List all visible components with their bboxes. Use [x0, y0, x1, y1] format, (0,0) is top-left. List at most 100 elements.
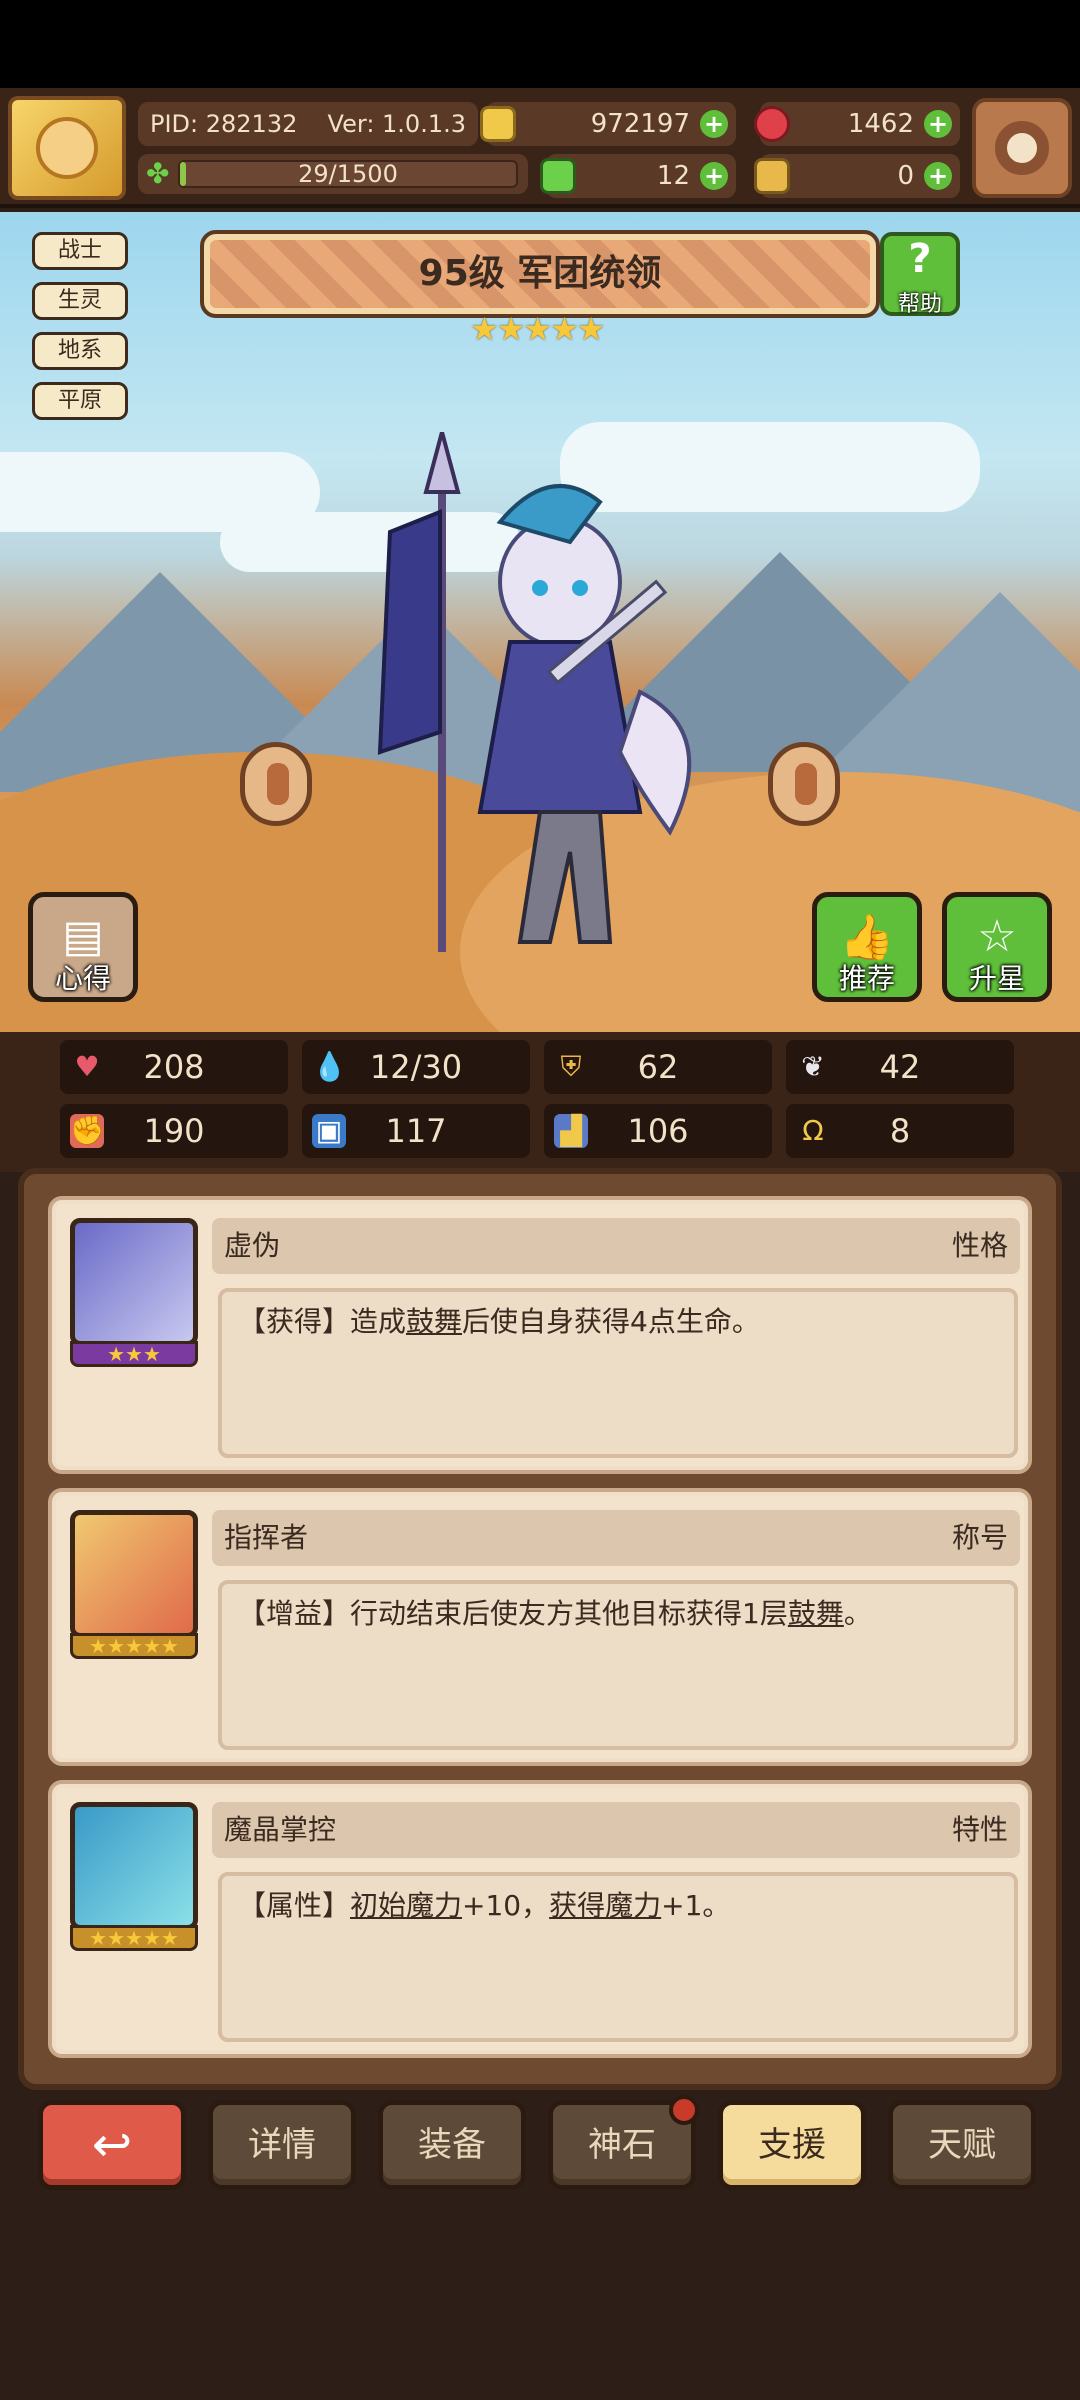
stat-magic: ▣ 117: [302, 1104, 530, 1158]
upgrade-label: 升星: [968, 962, 1025, 995]
title-portrait: ★★★★★: [70, 1510, 198, 1659]
spear-tip: [423, 432, 461, 494]
notification-dot: [669, 2095, 699, 2125]
stat-attack: ✊ 190: [60, 1104, 288, 1158]
title-kind: 称号: [951, 1521, 1008, 1554]
settings-button[interactable]: [972, 98, 1072, 198]
tab-talent[interactable]: 天赋: [888, 2100, 1036, 2190]
stat-speed: ❦ 42: [786, 1040, 1014, 1094]
desc-text: 后使自身获得4点生命。: [462, 1305, 760, 1338]
hero-title: 95级 军团统领: [200, 230, 880, 318]
hero-eye: [532, 580, 548, 596]
desc-text: 【增益】行动结束后使友方其他目标获得1层: [238, 1597, 788, 1630]
help-label: 帮助: [897, 292, 942, 317]
experience-bar: ✤ 29/1500: [138, 154, 528, 194]
add-clover-button[interactable]: +: [700, 162, 728, 190]
recommend-label: 推荐: [838, 962, 895, 995]
desc-text: 【属性】: [238, 1889, 351, 1922]
upgrade-star-button[interactable]: ☆ 升星: [942, 892, 1052, 1002]
keyword-link[interactable]: 鼓舞: [788, 1597, 844, 1630]
title-stars: ★★★★★: [70, 1633, 198, 1659]
trait-name: 虚伪: [224, 1229, 281, 1262]
ruby-icon: [754, 106, 790, 142]
ruby-value: 1462: [847, 109, 914, 139]
feature-description: 【属性】初始魔力+10，获得魔力+1。: [218, 1872, 1018, 2042]
ticket-icon: [754, 158, 790, 194]
stat-defense: ⛨ 62: [544, 1040, 772, 1094]
fist-icon: ✊: [70, 1114, 105, 1148]
insight-label: 心得: [54, 962, 111, 995]
hero-eye: [572, 580, 588, 596]
trait-kind: 性格: [951, 1229, 1008, 1262]
tag-earth[interactable]: 地系: [32, 332, 128, 370]
tab-equipment[interactable]: 装备: [378, 2100, 526, 2190]
trait-header: 虚伪 性格: [212, 1218, 1020, 1274]
clover-icon: [540, 158, 576, 194]
support-panel: ★★★ 虚伪 性格 【获得】造成鼓舞后使自身获得4点生命。 ★★★★★ 指挥者 …: [18, 1168, 1062, 2090]
stat-hp-value: 208: [143, 1048, 205, 1086]
stat-mana-value: 12/30: [369, 1048, 463, 1086]
tag-warrior[interactable]: 战士: [32, 232, 128, 270]
tab-details[interactable]: 详情: [208, 2100, 356, 2190]
trait-card[interactable]: ★★★ 虚伪 性格 【获得】造成鼓舞后使自身获得4点生命。: [48, 1196, 1032, 1474]
desc-text: 。: [843, 1597, 872, 1630]
hero-star-rating: ★★★★★: [470, 310, 605, 348]
keyword-link[interactable]: 鼓舞: [406, 1305, 462, 1338]
feature-card[interactable]: ★★★★★ 魔晶掌控 特性 【属性】初始魔力+10，获得魔力+1。: [48, 1780, 1032, 2058]
desc-text: 【获得】造成: [238, 1305, 407, 1338]
add-ruby-button[interactable]: +: [924, 110, 952, 138]
wing-icon: ❦: [801, 1050, 825, 1083]
clover-icon: ✤: [146, 157, 170, 190]
tab-godstone-label: 神石: [588, 2125, 656, 2165]
player-id: PID: 282132: [150, 110, 298, 138]
droplet-icon: 💧: [312, 1050, 347, 1083]
add-ticket-button[interactable]: +: [924, 162, 952, 190]
tag-plains[interactable]: 平原: [32, 382, 128, 420]
stat-magic-value: 117: [385, 1112, 447, 1150]
back-button[interactable]: ↩: [38, 2100, 186, 2190]
player-info: PID: 282132 Ver: 1.0.1.3: [138, 102, 478, 146]
stat-mana: 💧 12/30: [302, 1040, 530, 1094]
boot-icon: ▟: [554, 1114, 588, 1148]
next-hero-arrow[interactable]: [768, 742, 840, 826]
title-description: 【增益】行动结束后使友方其他目标获得1层鼓舞。: [218, 1580, 1018, 1750]
add-gold-button[interactable]: +: [700, 110, 728, 138]
title-card[interactable]: ★★★★★ 指挥者 称号 【增益】行动结束后使友方其他目标获得1层鼓舞。: [48, 1488, 1032, 1766]
player-avatar[interactable]: [8, 96, 126, 200]
tag-living[interactable]: 生灵: [32, 282, 128, 320]
hero-sprite: [377, 432, 692, 952]
exp-text: 29/1500: [298, 160, 398, 188]
question-icon: ?: [908, 236, 932, 282]
feature-portrait: ★★★★★: [70, 1802, 198, 1951]
hero-stats: ♥ 208 💧 12/30 ⛨ 62 ❦ 42 ✊ 190 ▣ 117 ▟ 10…: [0, 1032, 1080, 1172]
stat-defense-value: 62: [637, 1048, 679, 1086]
desc-text: +1。: [661, 1889, 731, 1922]
horseshoe-icon: Ω: [802, 1114, 824, 1147]
bottom-nav: ↩ 详情 装备 神石 支援 天赋: [0, 2090, 1080, 2400]
title-header: 指挥者 称号: [212, 1510, 1020, 1566]
insight-button[interactable]: ▤ 心得: [28, 892, 138, 1002]
status-bar: [0, 0, 1080, 88]
keyword-link[interactable]: 获得魔力: [549, 1889, 661, 1922]
hero-legs: [517, 810, 613, 944]
feature-header: 魔晶掌控 特性: [212, 1802, 1020, 1858]
trait-stars: ★★★: [70, 1341, 198, 1367]
stat-luck-value: 8: [889, 1112, 911, 1150]
game-version: Ver: 1.0.1.3: [327, 110, 466, 138]
banner-flag: [377, 509, 442, 755]
stat-luck: Ω 8: [786, 1104, 1014, 1158]
keyword-link[interactable]: 初始魔力: [350, 1889, 462, 1922]
stat-agility: ▟ 106: [544, 1104, 772, 1158]
tab-godstone[interactable]: 神石: [548, 2095, 699, 2190]
help-button[interactable]: ? 帮助: [880, 232, 960, 317]
ticket-value: 0: [897, 161, 914, 191]
feature-stars: ★★★★★: [70, 1925, 198, 1951]
tab-support[interactable]: 支援: [718, 2100, 866, 2190]
previous-hero-arrow[interactable]: [240, 742, 312, 826]
gold-counter: 972197 +: [480, 102, 736, 146]
hero-tags: 战士 生灵 地系 平原: [32, 232, 128, 432]
feature-kind: 特性: [951, 1813, 1008, 1846]
thumbs-up-icon: 👍: [839, 912, 895, 963]
avatar-face: [36, 117, 98, 179]
recommend-button[interactable]: 👍 推荐: [812, 892, 922, 1002]
